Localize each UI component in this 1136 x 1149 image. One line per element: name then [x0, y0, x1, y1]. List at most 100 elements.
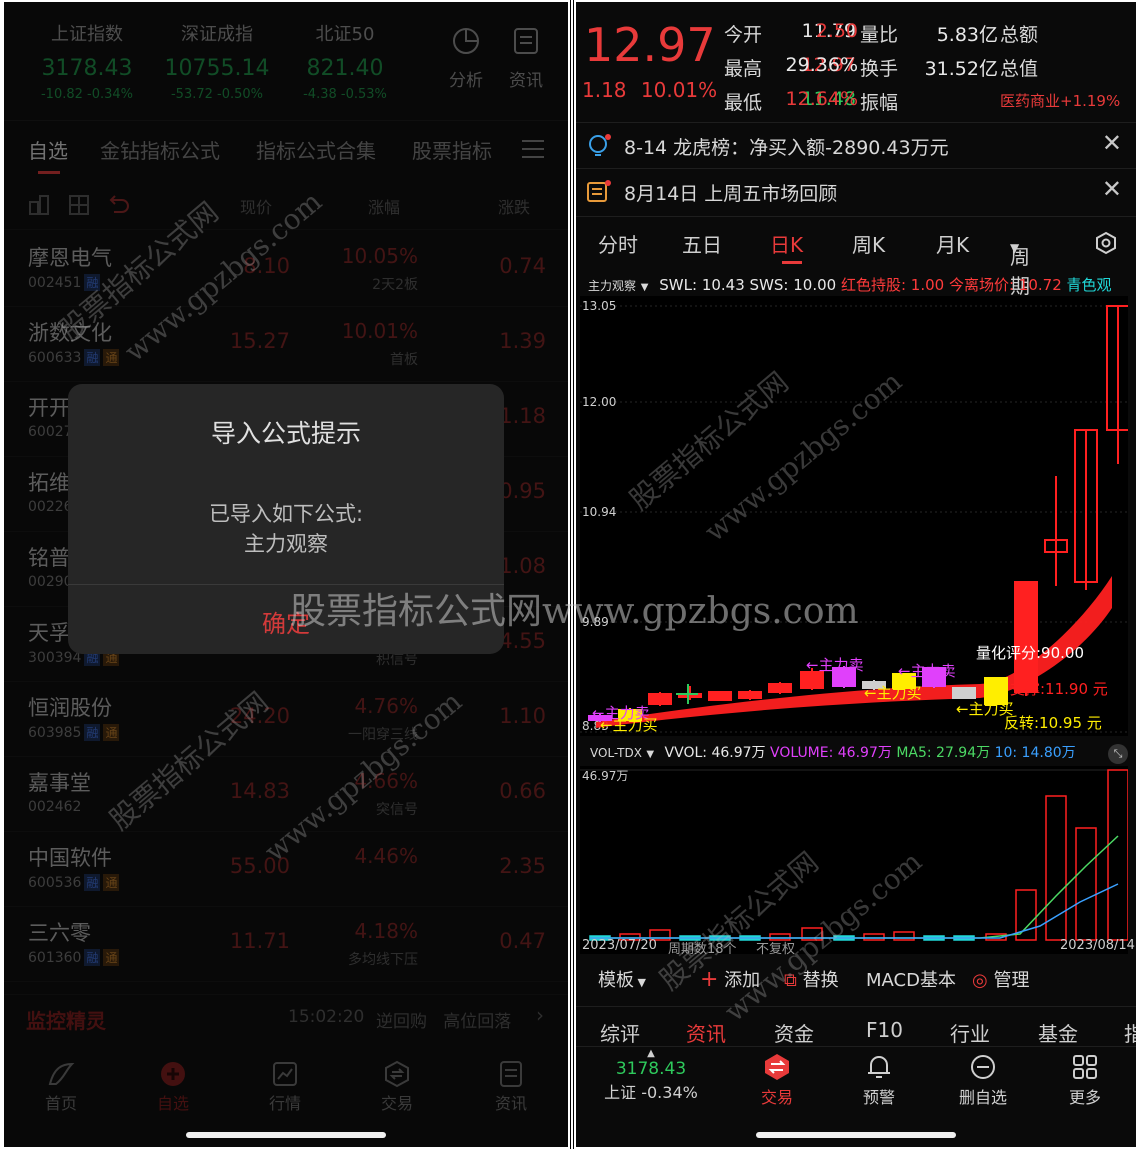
tab-more[interactable]: 指: [1124, 1018, 1136, 1047]
candle-body: [648, 693, 672, 705]
volume-bar: [863, 933, 885, 941]
nav-label: 更多: [1068, 1088, 1101, 1107]
plus-icon: +: [700, 967, 719, 992]
macd-button[interactable]: MACD基本: [866, 966, 956, 992]
document-icon: [587, 180, 611, 202]
sector-change[interactable]: 医药商业+1.19%: [1000, 90, 1120, 111]
stat-value: 2.50: [815, 20, 858, 42]
nav-trade[interactable]: 交易: [732, 1052, 822, 1108]
active-period-indicator: [782, 261, 802, 264]
tab-monthly-k[interactable]: 月K: [936, 229, 969, 258]
chart-toolbar: 模板 ▼ + 添加 ⧉ 替换 MACD基本 ◎ 管理: [576, 958, 1136, 1002]
replace-icon: ⧉: [784, 970, 797, 991]
tab-industry[interactable]: 行业: [950, 1018, 990, 1047]
volume-bar: [1075, 827, 1097, 941]
nav-alert[interactable]: 预警: [834, 1052, 924, 1108]
close-icon[interactable]: ✕: [1102, 129, 1122, 157]
stat-label: 换手: [860, 58, 899, 80]
tab-f10[interactable]: F10: [866, 1018, 903, 1042]
adjust-mode[interactable]: 不复权: [756, 938, 795, 957]
dialog-message: 已导入如下公式:: [208, 502, 364, 526]
nav-label: 删自选: [958, 1088, 1007, 1107]
volume-chart[interactable]: 46.97万: [580, 766, 1129, 954]
template-label: 模板: [598, 970, 634, 991]
divider: [576, 1046, 1136, 1047]
volume-legend[interactable]: VOL-TDX ▼ VVOL: 46.97万 VOLUME: 46.97万 MA…: [590, 742, 1076, 762]
volume-bar: [893, 931, 915, 941]
notice-dragon-tiger[interactable]: 8-14 龙虎榜：净买入额-2890.43万元 ✕: [576, 122, 1136, 168]
tab-five-day[interactable]: 五日: [682, 229, 722, 258]
sell-signal-label: ←主力卖: [806, 656, 864, 674]
indicator-cyan: 青色观: [1066, 276, 1112, 294]
tab-news[interactable]: 资讯: [686, 1018, 726, 1047]
stat-value: 29.36%: [785, 54, 858, 76]
stat-label: 量比: [860, 24, 899, 46]
tab-intraday[interactable]: 分时: [598, 229, 638, 258]
candle-body: [738, 691, 762, 699]
close-icon[interactable]: ✕: [1102, 175, 1122, 203]
index-ticker[interactable]: ▲ 3178.43 上证 -0.34%: [596, 1048, 706, 1103]
vol-indicator-name: VOL-TDX: [590, 746, 642, 760]
reversal-label: 反转:10.95 元: [1004, 714, 1102, 732]
kline-svg: 13.0512.0010.949.898.83量化评分:90.00支撑:11.9…: [580, 299, 1130, 734]
replace-label: 替换: [802, 970, 839, 991]
date-end: 2023/08/14: [1060, 938, 1135, 953]
stock-detail-panel: 12.97 1.18 10.01% 今开 11.79 量比 2.50 总额 5.83亿 最高…: [576, 2, 1136, 1147]
caret-down-icon: ▼: [640, 282, 649, 293]
add-button[interactable]: + 添加: [700, 966, 760, 992]
bell-icon: [868, 1056, 890, 1078]
period-tabs: 分时 五日 日K 周K 月K 周期 ▼: [576, 216, 1136, 298]
nav-more[interactable]: 更多: [1040, 1052, 1130, 1108]
tab-fund[interactable]: 基金: [1038, 1018, 1078, 1047]
vol-ma10: 10: 14.80万: [994, 745, 1076, 761]
indicator-swl: SWL: 10.43: [659, 276, 745, 294]
period-count: 周期数18个: [668, 942, 737, 957]
settings-icon[interactable]: [1094, 231, 1118, 255]
ma5-line: [590, 835, 1119, 939]
indicator-legend[interactable]: 主力观察 ▼ SWL: 10.43 SWS: 10.00 红色持股: 1.00 …: [588, 274, 1112, 295]
date-start: 2023/07/20: [582, 938, 657, 953]
confirm-button[interactable]: 确定: [68, 604, 504, 639]
index-ticker-value: 3178.43: [615, 1059, 687, 1079]
candle-body: [800, 671, 824, 689]
nav-label: 预警: [862, 1088, 895, 1107]
caret-up-icon: ▲: [647, 1048, 655, 1059]
price-change-value: 1.18: [582, 78, 627, 102]
tab-daily-k[interactable]: 日K: [770, 229, 803, 258]
vol-volume: VOLUME: 46.97万: [769, 745, 892, 761]
expand-icon[interactable]: ⤡: [1108, 744, 1128, 764]
nav-remove-watchlist[interactable]: 删自选: [938, 1052, 1028, 1108]
indicator-name: 主力观察: [588, 279, 637, 293]
replace-button[interactable]: ⧉ 替换: [784, 966, 839, 992]
caret-down-icon: ▼: [1010, 241, 1020, 255]
support-label: 支撑:11.90 元: [1010, 680, 1108, 698]
index-ticker-label: 上证 -0.34%: [604, 1083, 698, 1102]
lightbulb-icon: [589, 134, 611, 156]
home-indicator[interactable]: [756, 1132, 956, 1138]
template-button[interactable]: 模板 ▼: [598, 966, 646, 992]
tab-weekly-k[interactable]: 周K: [852, 229, 885, 258]
dialog-formula-name: 主力观察: [244, 532, 328, 556]
candle-body: [768, 683, 792, 693]
tab-overview[interactable]: 综评: [600, 1018, 640, 1047]
candle-body: [1014, 581, 1038, 693]
home-indicator[interactable]: [186, 1132, 386, 1138]
stat-label: 最高: [724, 58, 763, 80]
manage-button[interactable]: ◎ 管理: [972, 966, 1029, 992]
stat-value: 5.83亿: [936, 24, 998, 46]
current-price: 12.97: [584, 18, 716, 72]
price-change-pct: 10.01%: [640, 78, 718, 102]
kline-chart[interactable]: 13.05 12.00 10.94 9.89 8.83 量化评分:90.00 支撑:11.9…: [580, 296, 1130, 736]
stat-label: 总值: [1000, 58, 1039, 80]
score-label: 量化评分:90.00: [976, 644, 1084, 662]
buy-signal-label: ←主力买: [956, 700, 1014, 718]
stat-label: 最低: [724, 92, 763, 114]
buy-signal-label: ←主力买: [864, 684, 922, 702]
volume-bar: [1107, 769, 1129, 941]
tab-capital[interactable]: 资金: [774, 1018, 814, 1047]
stat-value: 31.52亿: [924, 58, 998, 80]
vol-ma5: MA5: 27.94万: [896, 745, 991, 761]
notice-text: 8月14日 上周五市场回顾: [624, 183, 838, 205]
gear-icon: ◎: [972, 970, 988, 991]
notice-market-review[interactable]: 8月14日 上周五市场回顾 ✕: [576, 168, 1136, 214]
